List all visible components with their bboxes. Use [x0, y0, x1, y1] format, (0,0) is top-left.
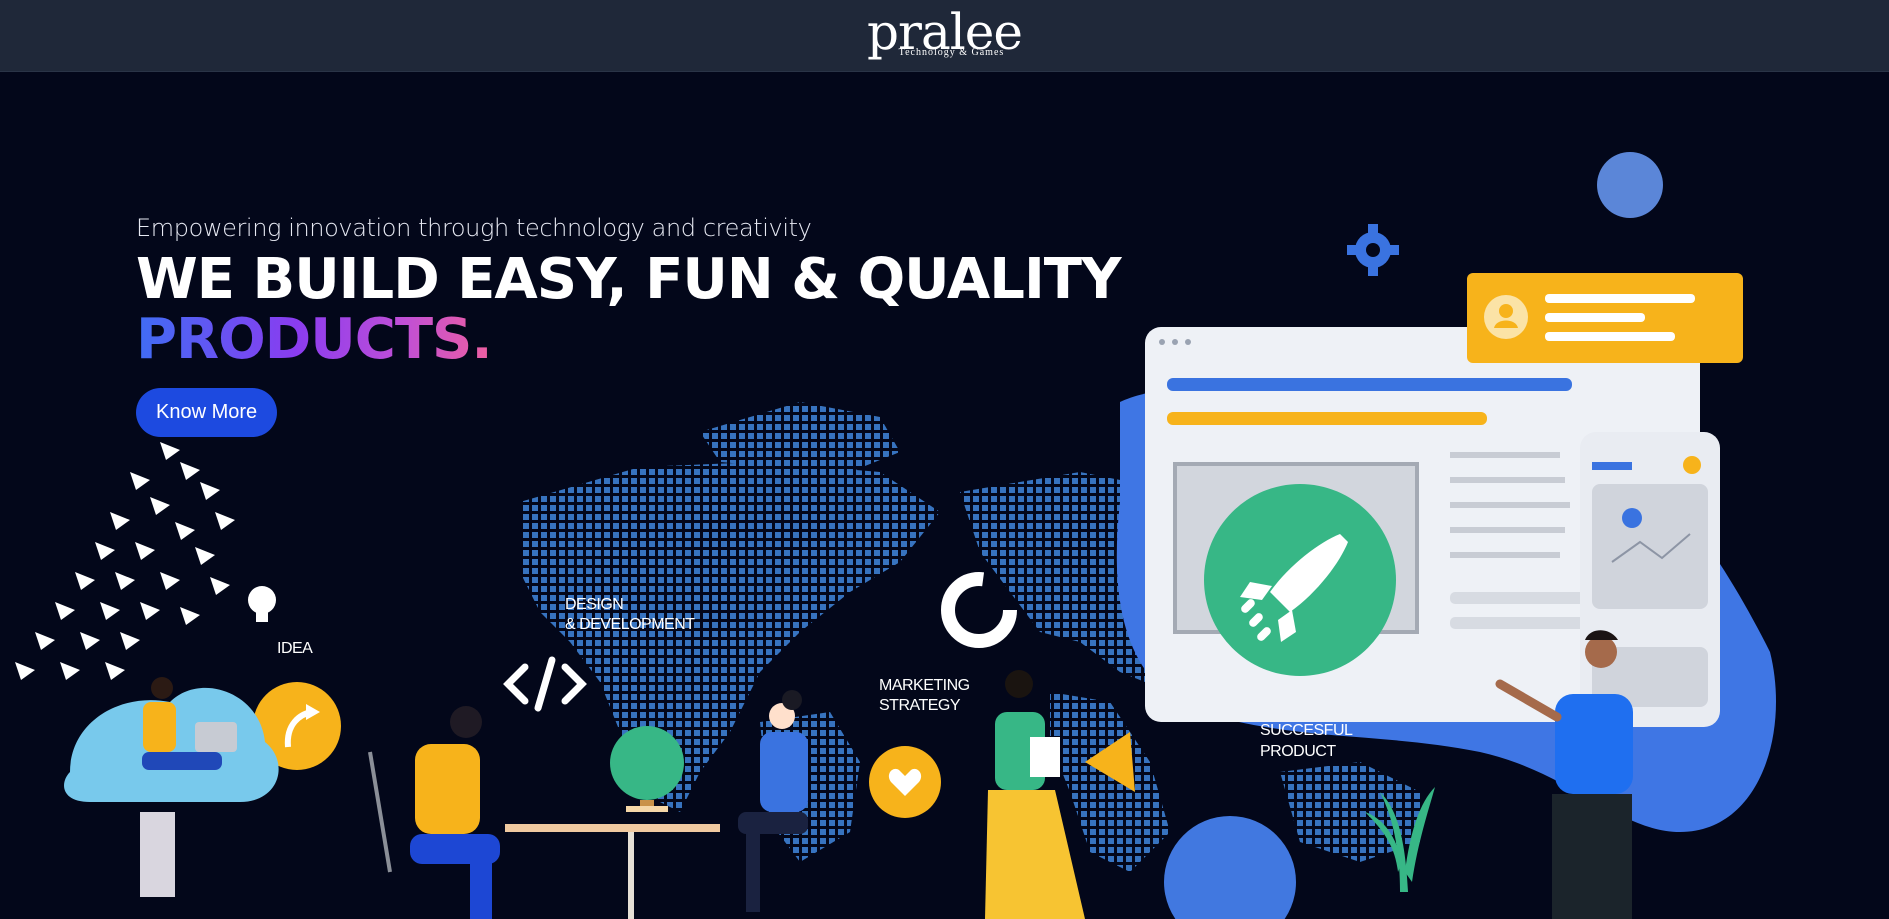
label-design: DESIGN — [565, 596, 623, 613]
gear-icon — [1347, 224, 1399, 276]
user-card — [1467, 273, 1743, 363]
hero-subtitle: Empowering innovation through technology… — [136, 214, 812, 242]
headline-accent: PRODUCTS. — [136, 307, 493, 372]
paper-planes — [15, 442, 235, 680]
heart-icon — [869, 746, 941, 818]
know-more-button[interactable]: Know More — [136, 388, 278, 437]
headline-line-1: WE BUILD EASY, FUN & QUALITY — [136, 247, 1122, 312]
planet-circle — [1164, 816, 1296, 919]
hero-headline: WE BUILD EASY, FUN & QUALITY PRODUCTS. — [136, 247, 1122, 372]
label-successful: SUCCESFUL — [1260, 722, 1353, 739]
code-icon — [503, 656, 587, 712]
top-navbar: pralee Technology & Games — [0, 0, 1889, 72]
donut-icon — [941, 572, 1017, 648]
person-with-laptop — [64, 677, 279, 897]
lightbulb-icon — [248, 586, 276, 622]
label-product: PRODUCT — [1260, 743, 1336, 760]
label-idea: IDEA — [277, 640, 313, 657]
label-strategy: STRATEGY — [879, 697, 961, 714]
label-marketing: MARKETING — [879, 677, 970, 694]
label-development: & DEVELOPMENT — [565, 616, 695, 633]
rocket-icon — [1204, 484, 1396, 676]
hero-illustration: IDEA DESIGN & DEVELOPMENT MARKETING STRA… — [15, 152, 1776, 919]
decor-circle — [1597, 152, 1663, 218]
hero-section: IDEA DESIGN & DEVELOPMENT MARKETING STRA… — [0, 72, 1889, 919]
hero-copy: Empowering innovation through technology… — [136, 214, 1122, 437]
phone-mockup — [1580, 432, 1720, 727]
brand-logo[interactable]: pralee Technology & Games — [867, 7, 1023, 58]
